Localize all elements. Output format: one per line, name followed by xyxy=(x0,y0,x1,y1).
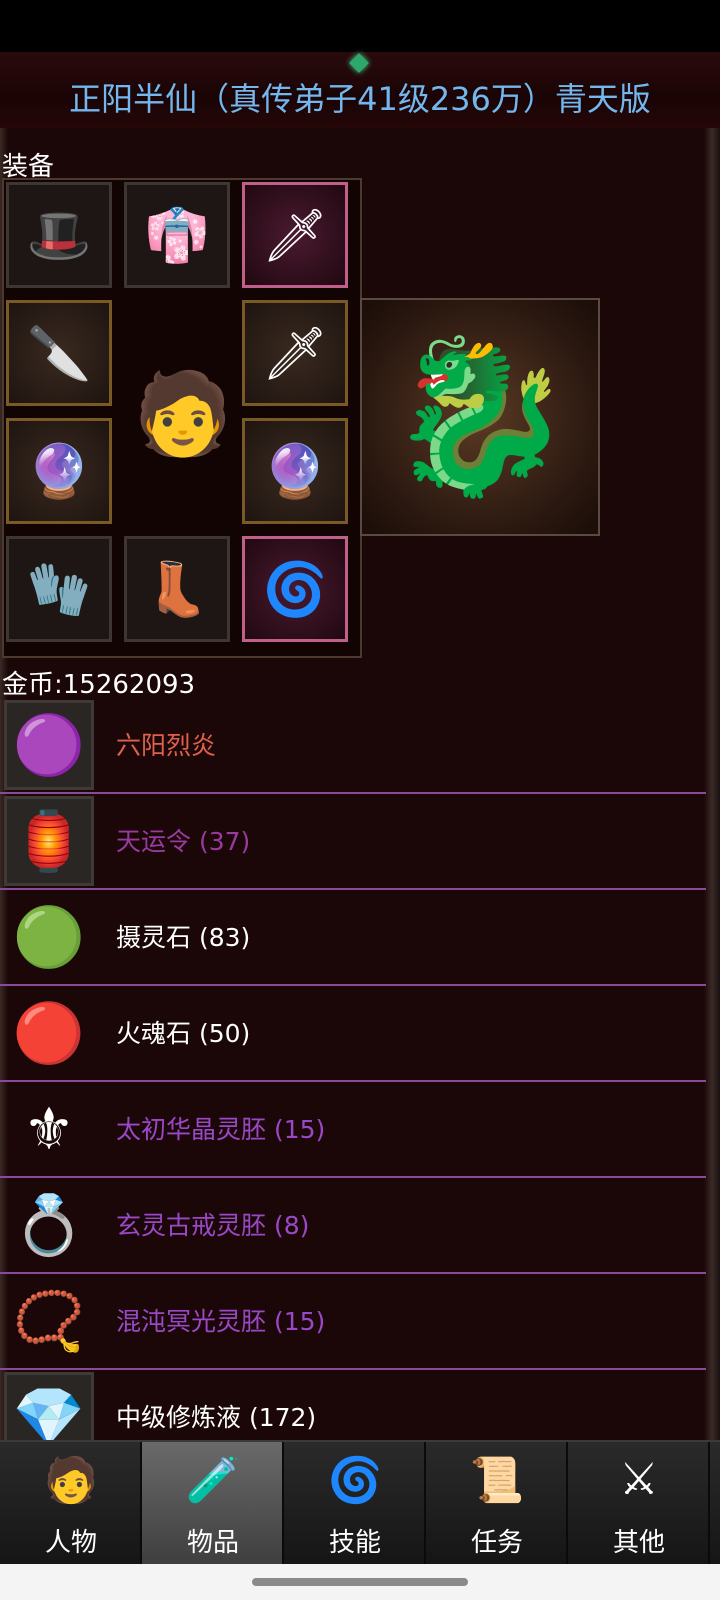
item-row[interactable]: 🔴 火魂石 (50) xyxy=(0,986,706,1082)
tab-icon: ⚔ xyxy=(619,1454,659,1505)
item-row[interactable]: 🏮 天运令 (37) xyxy=(0,794,706,890)
item-row[interactable]: 📿 混沌冥光灵胚 (15) xyxy=(0,1274,706,1370)
item-name: 中级修炼液 (172) xyxy=(116,1403,317,1432)
tab-2[interactable]: 🌀 技能 xyxy=(284,1442,426,1566)
blade-icon: 🔪 xyxy=(26,323,92,384)
gauntlet-slot[interactable]: 🧤 xyxy=(6,536,112,642)
sword-icon: 🗡 xyxy=(261,323,328,384)
bracer-right-slot[interactable]: 🔮 xyxy=(242,418,348,524)
item-row[interactable]: 💍 玄灵古戒灵胚 (8) xyxy=(0,1178,706,1274)
boots-icon: 👢 xyxy=(144,559,210,620)
item-row[interactable]: ⚜ 太初华晶灵胚 (15) xyxy=(0,1082,706,1178)
item-name: 天运令 (37) xyxy=(116,827,251,856)
item-name: 玄灵古戒灵胚 (8) xyxy=(116,1211,310,1240)
helmet-slot[interactable]: 🎩 xyxy=(6,182,112,288)
orb-slot[interactable]: 🌀 xyxy=(242,536,348,642)
gold-amount: 金币:15262093 xyxy=(2,670,196,700)
orb-icon: 🌀 xyxy=(262,559,328,620)
tab-4[interactable]: ⚔ 其他 xyxy=(568,1442,710,1566)
item-name: 摄灵石 (83) xyxy=(116,923,251,952)
item-icon: 📿 xyxy=(12,1286,86,1355)
bracer-icon: 🔮 xyxy=(262,441,328,502)
tab-icon: 🧑 xyxy=(43,1455,99,1506)
bracer-icon: 🔮 xyxy=(26,441,92,502)
armor-slot[interactable]: 👘 xyxy=(124,182,230,288)
item-icon: 💍 xyxy=(12,1190,86,1259)
tab-icon: 🧪 xyxy=(185,1455,241,1506)
frame-right xyxy=(704,128,720,1440)
item-icon: 🟣 xyxy=(4,700,94,790)
item-name: 六阳烈炎 xyxy=(116,731,217,760)
boots-slot[interactable]: 👢 xyxy=(124,536,230,642)
home-gesture-handle[interactable] xyxy=(252,1578,468,1586)
item-row[interactable]: 🟣 六阳烈炎 xyxy=(0,698,706,794)
status-bar xyxy=(0,0,720,52)
tab-icon: 🌀 xyxy=(327,1455,383,1506)
tab-label: 其他 xyxy=(612,1528,665,1558)
armor-icon: 👘 xyxy=(144,205,210,266)
page-title: 正阳半仙（真传弟子41级236万）青天版 xyxy=(69,80,651,118)
item-icon: 🟢 xyxy=(12,902,86,971)
header: 正阳半仙（真传弟子41级236万）青天版 xyxy=(0,52,720,130)
header-gem-ornament xyxy=(349,53,369,73)
character-avatar[interactable]: 🧑 xyxy=(133,354,233,474)
item-icon: 🔴 xyxy=(12,998,86,1067)
weapon-right-slot[interactable]: 🗡 xyxy=(242,300,348,406)
weapon-special-icon: 🗡 xyxy=(261,205,328,266)
bottom-tab-bar: 🧑 人物 🧪 物品 🌀 技能 📜 任务 ⚔ 其他 xyxy=(0,1440,720,1566)
tab-label: 任务 xyxy=(470,1528,523,1558)
weapon-special-slot[interactable]: 🗡 xyxy=(242,182,348,288)
tab-label: 技能 xyxy=(328,1528,381,1558)
weapon-left-slot[interactable]: 🔪 xyxy=(6,300,112,406)
item-name: 火魂石 (50) xyxy=(116,1019,251,1048)
helmet-icon: 🎩 xyxy=(26,205,92,266)
system-nav-bar xyxy=(0,1564,720,1600)
tab-label: 物品 xyxy=(186,1528,239,1558)
item-icon: 🏮 xyxy=(4,796,94,886)
tab-3[interactable]: 📜 任务 xyxy=(426,1442,568,1566)
character-avatar-icon: 🧑 xyxy=(133,367,233,460)
gauntlet-icon: 🧤 xyxy=(26,559,92,620)
item-row[interactable]: 🟢 摄灵石 (83) xyxy=(0,890,706,986)
tab-1[interactable]: 🧪 物品 xyxy=(142,1442,284,1566)
bracer-left-slot[interactable]: 🔮 xyxy=(6,418,112,524)
tab-label: 人物 xyxy=(44,1528,97,1558)
pet-slot[interactable]: 🐉 xyxy=(360,298,600,536)
item-name: 混沌冥光灵胚 (15) xyxy=(116,1307,326,1336)
item-icon: ⚜ xyxy=(23,1095,75,1163)
tab-0[interactable]: 🧑 人物 xyxy=(0,1442,142,1566)
dragon-pet-icon: 🐉 xyxy=(386,330,574,504)
tab-icon: 📜 xyxy=(469,1455,525,1506)
item-name: 太初华晶灵胚 (15) xyxy=(116,1115,326,1144)
